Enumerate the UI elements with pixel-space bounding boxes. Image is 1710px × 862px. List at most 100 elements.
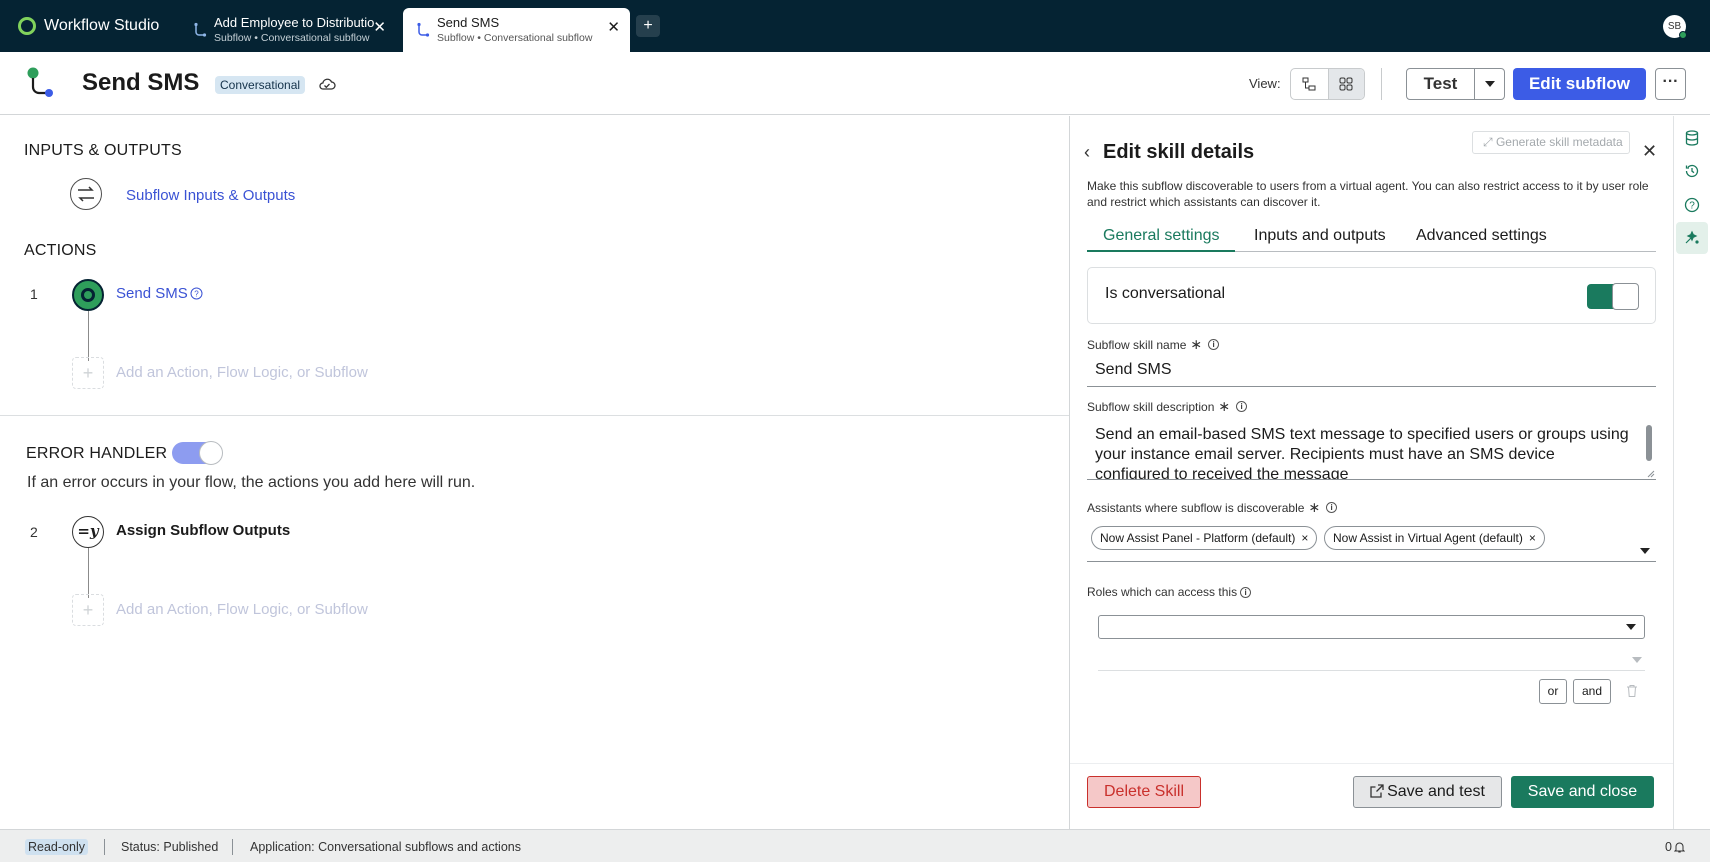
new-tab-button[interactable]: + [636,15,660,37]
edit-subflow-button[interactable]: Edit subflow [1513,68,1646,100]
step-ring-icon [81,288,95,302]
add-step-button[interactable]: + [72,594,104,626]
section-divider [0,415,1069,416]
and-button[interactable]: and [1573,679,1611,704]
tab-subtitle: Subflow • Conversational subflow [437,32,593,44]
roles-select[interactable] [1098,615,1645,639]
status-divider [232,839,233,855]
chevron-down-icon[interactable] [1632,657,1642,663]
cloud-sync-icon[interactable] [318,76,336,92]
skill-description-text: Send an email-based SMS text message to … [1095,426,1629,480]
remove-chip-icon[interactable]: × [1301,531,1308,545]
assistant-chip: Now Assist in Virtual Agent (default) × [1324,526,1545,550]
test-dropdown-button[interactable] [1475,69,1504,99]
svg-text:?: ? [1689,201,1695,212]
tab-subtitle: Subflow • Conversational subflow [214,32,370,44]
close-tab-icon[interactable]: ✕ [373,20,386,36]
textarea-scrollbar[interactable] [1646,425,1652,461]
help-icon[interactable]: ? [190,287,203,300]
notifications-button[interactable]: 0 [1665,840,1685,854]
help-icon[interactable]: ? [1682,195,1702,215]
user-avatar[interactable]: SB [1663,15,1687,39]
add-step-label[interactable]: Add an Action, Flow Logic, or Subflow [116,364,368,381]
skill-settings-icon[interactable] [1676,222,1708,254]
generate-skill-metadata-label: Generate skill metadata [1495,135,1623,149]
presence-online-icon [1679,31,1687,39]
send-sms-step-icon[interactable] [72,279,104,311]
info-icon[interactable]: i [1326,502,1338,513]
application-text: Application: Conversational subflows and… [250,840,521,854]
error-handler-toggle[interactable] [172,441,223,465]
tree-view-icon [1302,77,1316,91]
panel-header: ‹ Edit skill details ⤢ Generate skill me… [1070,128,1674,163]
edit-skill-panel: ‹ Edit skill details ⤢ Generate skill me… [1069,116,1674,829]
is-conversational-label: Is conversational [1105,285,1226,302]
tab-general-settings[interactable]: General settings [1103,227,1220,245]
assign-outputs-step-icon[interactable]: =y [72,516,104,548]
close-tab-icon[interactable]: ✕ [607,20,620,36]
step-number: 2 [30,524,38,540]
assistant-chip-label: Now Assist in Virtual Agent (default) [1333,531,1523,545]
roles-label: Roles which can access this i [1087,585,1252,599]
test-button[interactable]: Test [1407,69,1475,99]
skill-name-label: Subflow skill name ∗ i [1087,336,1220,353]
app-brand[interactable]: Workflow Studio [18,16,159,36]
inputs-outputs-heading: INPUTS & OUTPUTS [24,142,182,159]
roles-label-text: Roles which can access this [1087,585,1238,599]
is-conversational-row: Is conversational [1087,267,1656,324]
chevron-down-icon[interactable] [1640,548,1650,554]
resize-handle-icon[interactable] [1647,470,1655,478]
error-handler-description: If an error occurs in your flow, the act… [27,474,476,491]
grid-view-button[interactable] [1327,69,1364,99]
generate-skill-metadata-button[interactable]: ⤢ Generate skill metadata [1472,131,1630,154]
save-and-test-button[interactable]: Save and test [1353,776,1502,808]
panel-title: Edit skill details [1103,141,1255,163]
status-divider [104,839,105,855]
info-icon[interactable]: i [1236,401,1248,412]
test-button-group: Test [1406,68,1505,100]
sparkle-icon: ⤢ [1483,135,1496,149]
tab-advanced-settings[interactable]: Advanced settings [1416,227,1547,245]
close-panel-icon[interactable]: ✕ [1642,141,1657,162]
subflow-inputs-outputs-link[interactable]: Subflow Inputs & Outputs [126,187,295,204]
assistants-multiselect[interactable]: Now Assist Panel - Platform (default) × N… [1087,520,1656,562]
or-button[interactable]: or [1539,679,1567,704]
add-step-label[interactable]: Add an Action, Flow Logic, or Subflow [116,601,368,618]
skill-description-textarea[interactable]: Send an email-based SMS text message to … [1087,419,1656,480]
external-link-icon [1370,784,1384,798]
status-bar: Read-only Status: Published Application:… [0,829,1710,862]
error-handler-heading: ERROR HANDLER [26,445,168,462]
header-divider [1381,68,1382,100]
history-icon[interactable] [1682,161,1702,181]
save-and-close-button[interactable]: Save and close [1511,776,1654,808]
delete-skill-button[interactable]: Delete Skill [1087,776,1201,808]
assistants-label-text: Assistants where subflow is discoverable [1087,500,1305,515]
tab-send-sms[interactable]: Send SMS Subflow • Conversational subflo… [403,8,630,52]
info-icon[interactable]: i [1240,586,1252,598]
data-pill-icon[interactable] [1682,128,1702,148]
more-options-button[interactable]: ··· [1655,68,1686,100]
read-only-badge: Read-only [25,839,88,855]
info-icon[interactable]: i [1208,339,1220,350]
actions-heading: ACTIONS [24,242,97,259]
right-rail: ? [1673,116,1710,829]
required-icon: ∗ [1308,499,1321,515]
add-step-button[interactable]: + [72,357,104,389]
active-tab-indicator [1087,250,1235,252]
subflow-logo-icon [27,67,53,97]
is-conversational-toggle[interactable] [1587,283,1639,310]
page-title: Send SMS [82,69,200,96]
send-sms-step-link[interactable]: Send SMS [116,285,188,302]
app-title: Workflow Studio [44,17,160,34]
tree-view-button[interactable] [1291,69,1328,99]
trash-icon[interactable] [1626,684,1638,698]
remove-chip-icon[interactable]: × [1529,531,1536,545]
skill-name-input[interactable]: Send SMS [1087,360,1656,387]
inputs-outputs-icon[interactable] [70,178,102,210]
app-bar: Workflow Studio Add Employee to Distribu… [0,0,1710,52]
tab-inputs-and-outputs[interactable]: Inputs and outputs [1254,227,1386,245]
assistants-label: Assistants where subflow is discoverable… [1087,499,1338,516]
tab-add-employee[interactable]: Add Employee to Distributio Subflow • Co… [180,8,396,52]
back-chevron-icon[interactable]: ‹ [1084,142,1090,163]
assign-outputs-step-label[interactable]: Assign Subflow Outputs [116,522,290,539]
